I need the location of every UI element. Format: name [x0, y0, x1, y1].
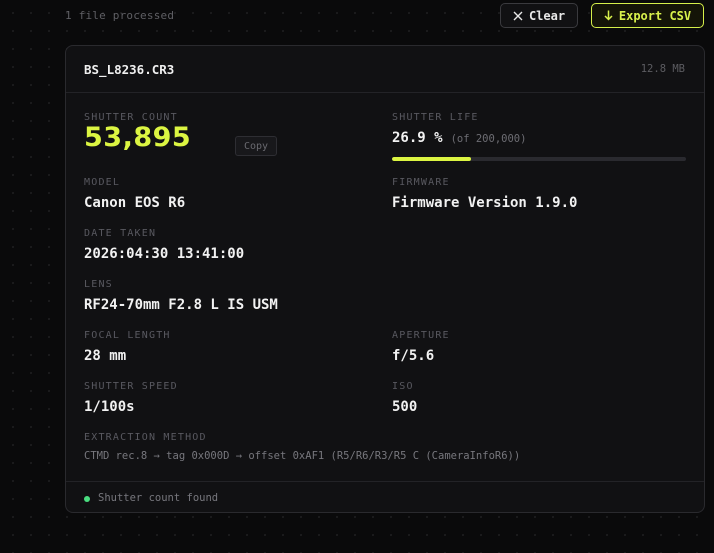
shutter-life-percent: 26.9 % [392, 130, 443, 146]
copy-button[interactable]: Copy [235, 136, 277, 156]
card-footer: Shutter count found [66, 481, 704, 514]
file-name: BS_L8236.CR3 [84, 62, 175, 77]
status-dot-icon [84, 496, 90, 502]
aperture-label: APERTURE [392, 330, 450, 341]
shutter-speed-value: 1/100s [84, 399, 135, 415]
extraction-method-label: EXTRACTION METHOD [84, 432, 207, 443]
shutter-speed-label: SHUTTER SPEED [84, 381, 178, 392]
clear-button-label: Clear [528, 8, 566, 23]
shutter-life-progress-bar [392, 157, 686, 161]
aperture-value: f/5.6 [392, 348, 435, 364]
lens-label: LENS [84, 279, 113, 290]
export-csv-button[interactable]: Export CSV [591, 3, 704, 28]
shutter-life-row: 26.9 % (of 200,000) [392, 130, 526, 146]
shutter-life-rated: (of 200,000) [450, 133, 527, 145]
card-header: BS_L8236.CR3 12.8 MB [66, 46, 704, 93]
model-value: Canon EOS R6 [84, 195, 186, 211]
firmware-value: Firmware Version 1.9.0 [392, 195, 578, 211]
firmware-label: FIRMWARE [392, 177, 450, 188]
shutter-life-label: SHUTTER LIFE [392, 112, 479, 123]
clear-button[interactable]: Clear [500, 3, 578, 28]
files-processed-count: 1 file processed [65, 9, 175, 22]
file-size: 12.8 MB [640, 63, 685, 75]
extraction-method-value: CTMD rec.8 → tag 0x000D → offset 0xAF1 (… [84, 450, 521, 462]
focal-length-label: FOCAL LENGTH [84, 330, 171, 341]
model-label: MODEL [84, 177, 121, 188]
export-csv-button-label: Export CSV [618, 8, 692, 23]
download-arrow-icon [604, 10, 613, 21]
status-text: Shutter count found [98, 492, 219, 504]
iso-label: ISO [392, 381, 414, 392]
focal-length-value: 28 mm [84, 348, 127, 364]
iso-value: 500 [392, 399, 418, 415]
shutter-life-progress-fill [392, 157, 472, 161]
date-taken-label: DATE TAKEN [84, 228, 157, 239]
date-taken-value: 2026:04:30 13:41:00 [84, 246, 245, 262]
shutter-count-value: 53,895 [84, 122, 192, 153]
file-result-card: BS_L8236.CR3 12.8 MB SHUTTER COUNT 53,89… [65, 45, 705, 513]
top-bar: 1 file processed Clear Export CSV [0, 0, 714, 34]
close-icon [513, 11, 523, 21]
lens-value: RF24-70mm F2.8 L IS USM [84, 297, 278, 313]
